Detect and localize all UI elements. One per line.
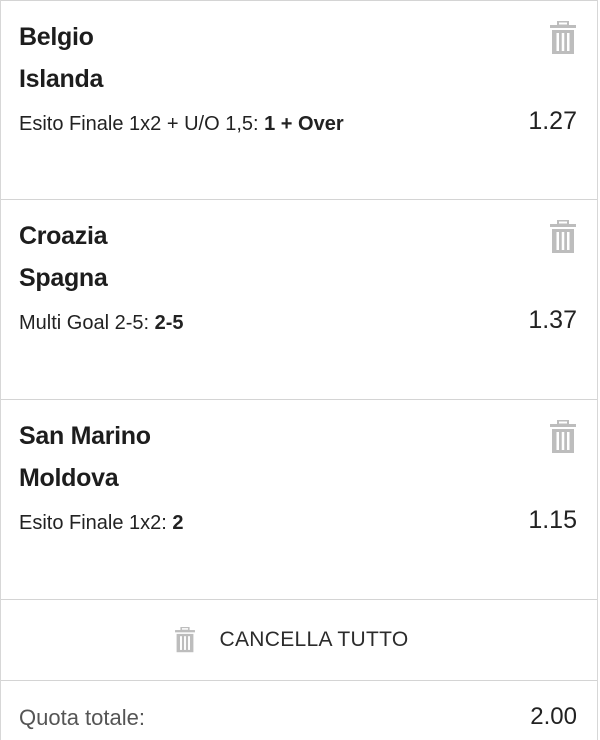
market-label: Multi Goal 2-5: <box>19 312 155 334</box>
bet-slip: Belgio Islanda Esito Finale 1x2 + U/O 1,… <box>0 0 598 740</box>
trash-icon[interactable] <box>549 220 577 254</box>
home-team: San Marino <box>19 422 151 450</box>
clear-all-label: CANCELLA TUTTO <box>219 628 409 651</box>
market-pick: 1 + Over <box>264 113 344 135</box>
bet-item: San Marino Moldova Esito Finale 1x2: 2 1… <box>1 400 597 600</box>
away-team: Spagna <box>19 264 108 292</box>
market-label: Esito Finale 1x2 + U/O 1,5: <box>19 113 265 135</box>
home-team: Belgio <box>19 23 94 51</box>
away-team: Moldova <box>19 464 119 492</box>
bet-odd: 1.37 <box>528 306 577 334</box>
total-odds-label: Quota totale: <box>19 705 145 730</box>
bet-market: Multi Goal 2-5: 2-5 <box>19 312 184 335</box>
bet-item: Croazia Spagna Multi Goal 2-5: 2-5 1.37 <box>1 200 597 400</box>
total-odds-row: Quota totale: 2.00 <box>1 681 597 740</box>
trash-icon <box>174 627 196 653</box>
home-team: Croazia <box>19 222 108 250</box>
clear-all-button[interactable]: CANCELLA TUTTO <box>1 600 597 681</box>
away-team: Islanda <box>19 65 104 93</box>
trash-icon[interactable] <box>549 420 577 454</box>
market-label: Esito Finale 1x2: <box>19 512 173 534</box>
market-pick: 2 <box>172 512 184 534</box>
bet-market: Esito Finale 1x2: 2 <box>19 512 184 535</box>
total-odds-value: 2.00 <box>530 703 577 730</box>
bet-odd: 1.15 <box>528 506 577 534</box>
bet-odd: 1.27 <box>528 107 577 135</box>
trash-icon[interactable] <box>549 21 577 55</box>
market-pick: 2-5 <box>154 312 184 334</box>
bet-item: Belgio Islanda Esito Finale 1x2 + U/O 1,… <box>1 0 597 200</box>
bet-market: Esito Finale 1x2 + U/O 1,5: 1 + Over <box>19 113 344 136</box>
